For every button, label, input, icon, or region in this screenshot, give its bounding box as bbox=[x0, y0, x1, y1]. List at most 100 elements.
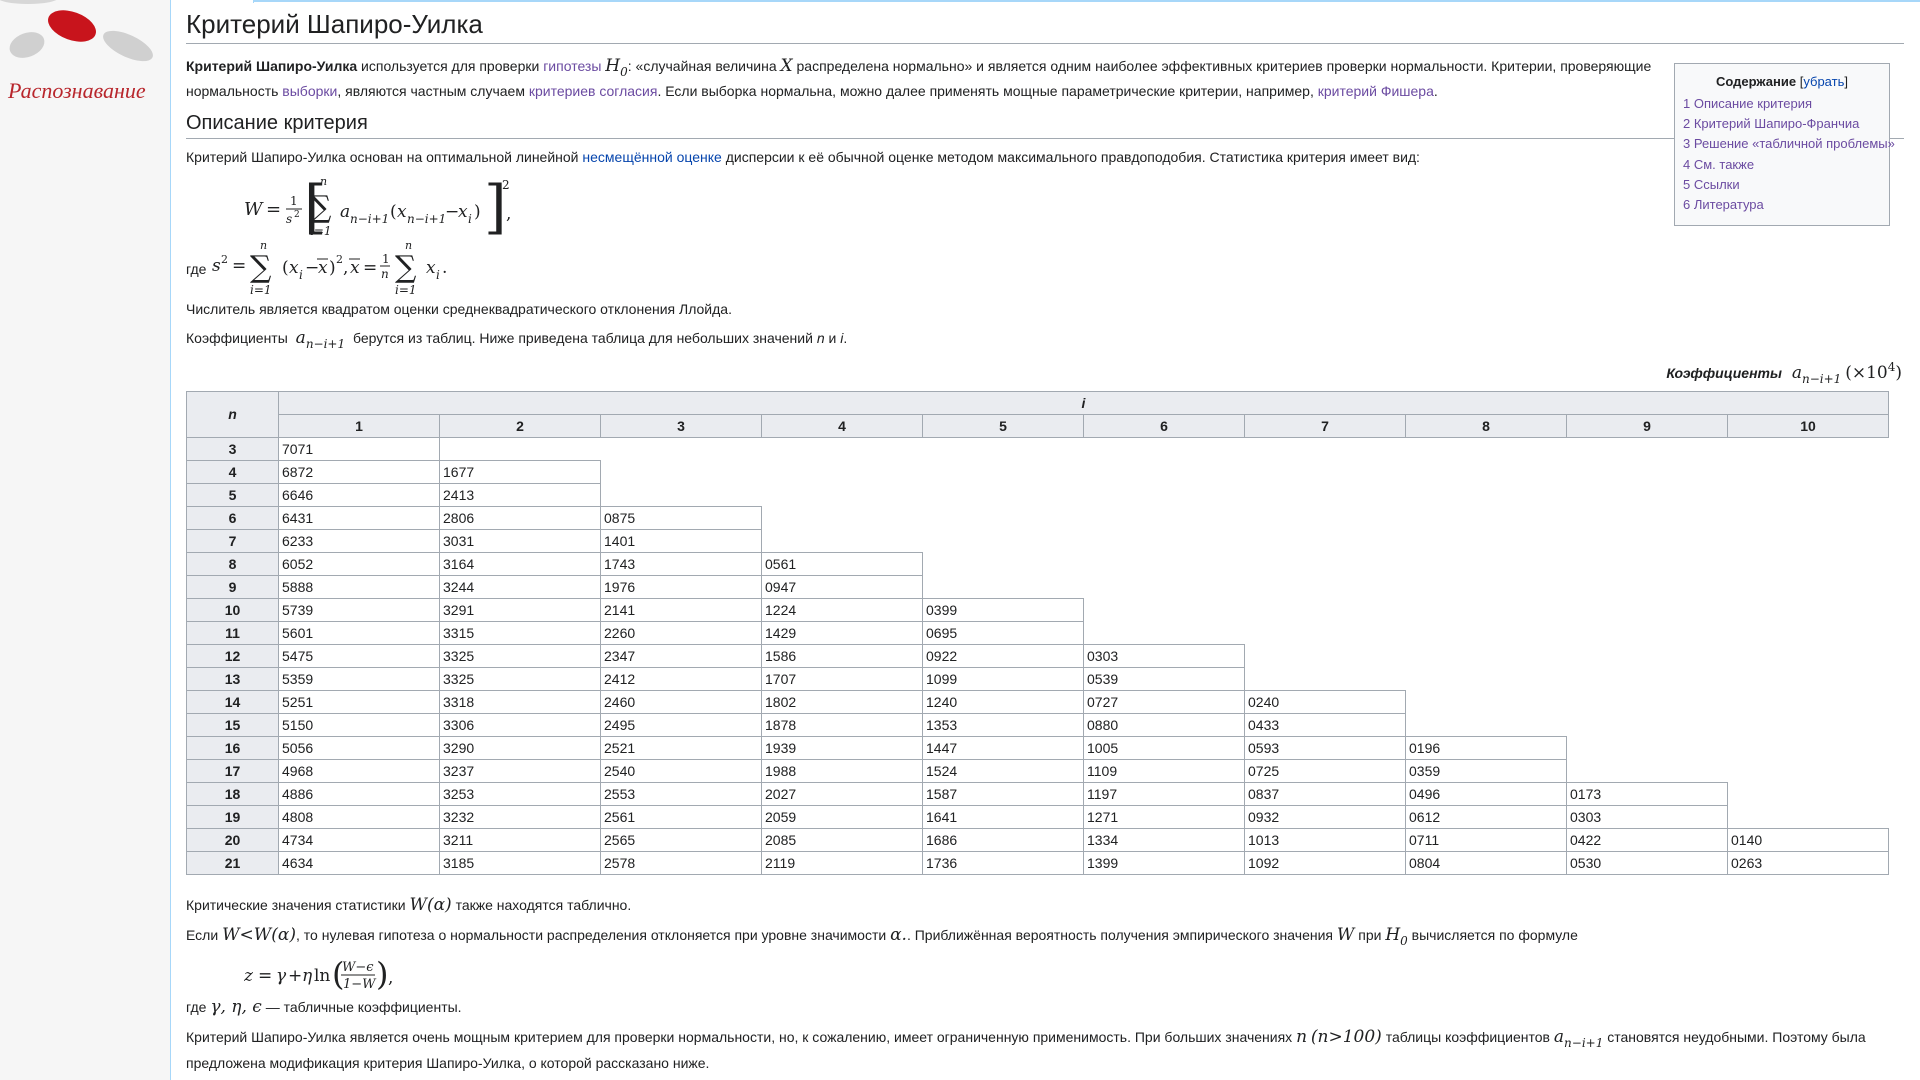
coef-text: . bbox=[843, 329, 848, 346]
table-cell: 6052 bbox=[278, 551, 440, 576]
where-text: — табличные коэффициенты. bbox=[261, 998, 462, 1015]
table-cell: 2540 bbox=[600, 758, 762, 783]
column-header-i-8: 8 bbox=[1405, 413, 1567, 438]
table-cell: 0140 bbox=[1727, 827, 1889, 852]
table-row: 4 6872 1677 bbox=[186, 459, 1889, 484]
row-header-n-14: 14 bbox=[186, 689, 279, 714]
svg-text:z: z bbox=[244, 966, 254, 986]
table-cell: 6646 bbox=[278, 482, 440, 507]
svg-text:(: ( bbox=[282, 258, 289, 278]
table-row: 20 4734 3211 2565 2085 1686 1334 1013 0711 0422 01… bbox=[186, 827, 1889, 852]
svg-text:W: W bbox=[244, 199, 264, 220]
toc-item-table-problem[interactable]: 3 Решение «табличной проблемы» bbox=[1683, 136, 1895, 151]
column-header-i-3: 3 bbox=[600, 413, 762, 438]
toc-item-description[interactable]: 1 Описание критерия bbox=[1683, 96, 1812, 111]
empty-cell bbox=[1728, 506, 1889, 529]
row-header-n-7: 7 bbox=[186, 528, 279, 553]
table-cell: 3164 bbox=[439, 551, 601, 576]
table-cell: 2495 bbox=[600, 712, 762, 737]
link-fisher-criterion[interactable]: критерий Фишера bbox=[1318, 83, 1434, 99]
empty-cell bbox=[1728, 759, 1889, 782]
math-h0: H0 bbox=[605, 55, 628, 79]
svg-text:.: . bbox=[442, 258, 447, 278]
empty-cell bbox=[1406, 644, 1567, 667]
link-hypothesis[interactable]: гипотезы bbox=[543, 58, 601, 74]
table-row: 16 5056 3290 2521 1939 1447 1005 0593 0196 bbox=[186, 735, 1889, 760]
table-row: 6 6431 2806 0875 bbox=[186, 505, 1889, 530]
svg-text:n: n bbox=[320, 175, 327, 188]
empty-cell bbox=[601, 437, 762, 460]
math-alpha: α. bbox=[890, 925, 907, 946]
table-cell: 2260 bbox=[600, 620, 762, 645]
math-w-less: W<W(α) bbox=[222, 925, 296, 946]
row-header-n-19: 19 bbox=[186, 804, 279, 829]
rejection-text: вычисляется по формуле bbox=[1407, 927, 1578, 944]
empty-cell bbox=[1406, 667, 1567, 690]
empty-cell bbox=[1567, 621, 1728, 644]
empty-cell bbox=[1728, 437, 1889, 460]
table-cell: 2460 bbox=[600, 689, 762, 714]
svg-text:1−W: 1−W bbox=[343, 977, 377, 992]
empty-cell bbox=[1567, 529, 1728, 552]
main-content: Критерий Шапиро-Уилка Содержание [убрать… bbox=[170, 0, 1920, 1080]
description-paragraph: Критерий Шапиро-Уилка основан на оптимал… bbox=[186, 147, 1904, 167]
table-row: 13 5359 3325 2412 1707 1099 0539 bbox=[186, 666, 1889, 691]
table-cell: 0561 bbox=[761, 551, 923, 576]
row-header-n-3: 3 bbox=[186, 436, 279, 461]
site-logo[interactable]: Распознавание bbox=[0, 0, 170, 150]
table-cell: 2553 bbox=[600, 781, 762, 806]
toc-item-shapiro-francia[interactable]: 2 Критерий Шапиро-Франчиа bbox=[1683, 116, 1859, 131]
empty-cell bbox=[1728, 644, 1889, 667]
empty-cell bbox=[1567, 667, 1728, 690]
formula-w-image: W = 1 s 2 [ n ∑ i=1 a n−i+1 ( x n−i+1 − … bbox=[244, 173, 511, 241]
row-header-n-11: 11 bbox=[186, 620, 279, 645]
svg-text:+: + bbox=[288, 966, 302, 986]
empty-cell bbox=[923, 506, 1084, 529]
table-cell: 0173 bbox=[1566, 781, 1728, 806]
table-cell: 0612 bbox=[1405, 804, 1567, 829]
table-row: 5 6646 2413 bbox=[186, 482, 1889, 507]
table-cell: 0240 bbox=[1244, 689, 1406, 714]
svg-text:): ) bbox=[376, 957, 388, 993]
table-cell: 0263 bbox=[1727, 850, 1889, 875]
math-x: X bbox=[780, 55, 793, 76]
coef-n: n bbox=[816, 329, 825, 346]
empty-cell bbox=[1406, 575, 1567, 598]
intro-text: : «случайная величина bbox=[627, 57, 781, 74]
empty-cell bbox=[762, 437, 923, 460]
table-cell: 6233 bbox=[278, 528, 440, 553]
n-header: n bbox=[186, 390, 279, 438]
table-cell: 2578 bbox=[600, 850, 762, 875]
table-cell: 0530 bbox=[1566, 850, 1728, 875]
formula-z-image: z = γ + η ln ( W−ϵ 1−W ) , bbox=[243, 955, 393, 993]
rejection-text: Если bbox=[186, 927, 223, 944]
table-cell: 3244 bbox=[439, 574, 601, 599]
link-unbiased-estimate[interactable]: несмещённой оценке bbox=[582, 149, 721, 165]
link-samples[interactable]: выборки bbox=[282, 83, 337, 99]
table-cell: 1271 bbox=[1083, 804, 1245, 829]
link-goodness-of-fit[interactable]: критериев согласия bbox=[529, 83, 658, 99]
table-cell: 7071 bbox=[278, 436, 440, 461]
empty-cell bbox=[1728, 805, 1889, 828]
empty-cell bbox=[1245, 483, 1406, 506]
column-header-i-2: 2 bbox=[439, 413, 601, 438]
table-caption-text: Коэффициенты bbox=[1666, 365, 1782, 382]
empty-cell bbox=[1567, 437, 1728, 460]
table-cell: 2119 bbox=[761, 850, 923, 875]
svg-text:i: i bbox=[468, 212, 472, 226]
svg-text:=: = bbox=[232, 256, 246, 276]
table-caption: Коэффициенты an−i+1 (×104) bbox=[186, 359, 1904, 388]
table-row: 21 4634 3185 2578 2119 1736 1399 1092 0804 0530 02… bbox=[186, 850, 1889, 875]
empty-cell bbox=[1728, 690, 1889, 713]
empty-cell bbox=[1567, 713, 1728, 736]
table-cell: 0727 bbox=[1083, 689, 1245, 714]
svg-text:ln: ln bbox=[314, 966, 330, 986]
svg-text:1: 1 bbox=[290, 194, 298, 208]
i-header: i bbox=[278, 390, 1889, 415]
toc-item-see-also[interactable]: 4 См. также bbox=[1683, 157, 1754, 172]
table-cell: 3325 bbox=[439, 666, 601, 691]
svg-text:n−i+1: n−i+1 bbox=[350, 212, 389, 226]
toc-toggle-link[interactable]: убрать bbox=[1803, 74, 1844, 89]
empty-cell bbox=[1406, 529, 1567, 552]
empty-cell bbox=[1728, 529, 1889, 552]
